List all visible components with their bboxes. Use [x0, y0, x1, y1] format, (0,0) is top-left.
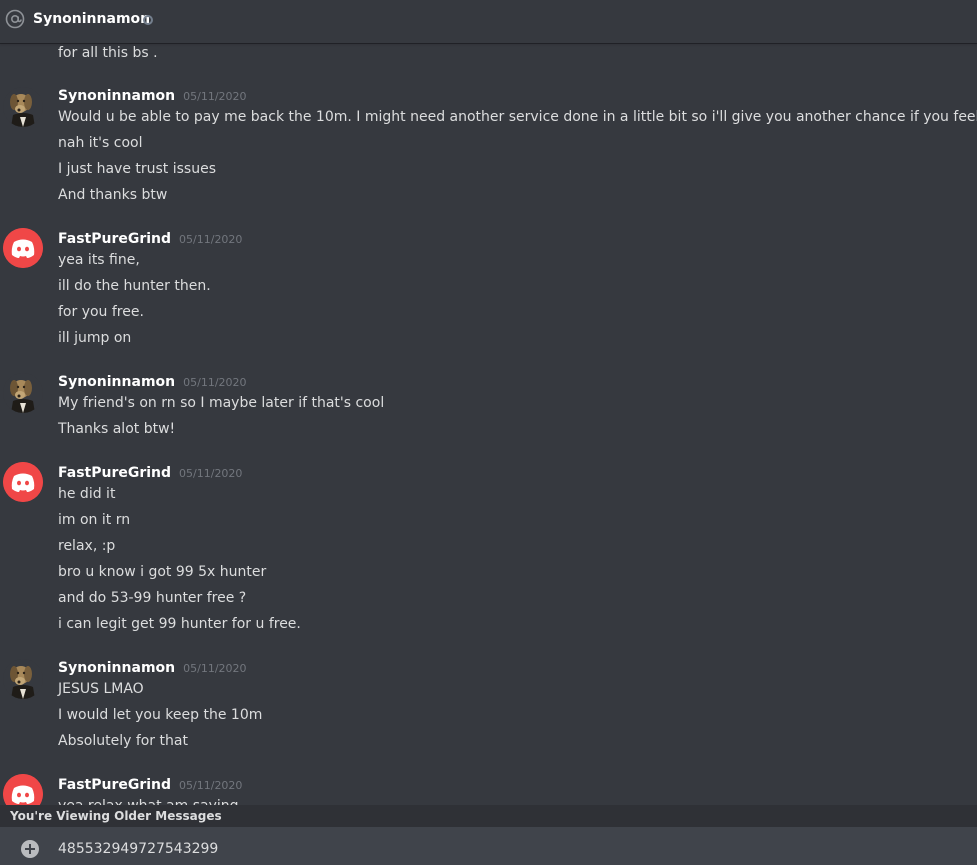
plus-icon[interactable] — [21, 840, 39, 858]
channel-header: Synoninnamon — [0, 0, 977, 43]
message-header: Synoninnamon 05/11/2020 — [58, 657, 247, 677]
message-header: FastPureGrind 05/11/2020 — [58, 228, 242, 248]
username[interactable]: Synoninnamon — [58, 88, 175, 104]
message-line: JESUS LMAO — [58, 681, 144, 697]
message-line: for all this bs . — [58, 45, 158, 61]
message-input-bar[interactable]: 485532949727543299 — [0, 827, 977, 865]
timestamp: 05/11/2020 — [179, 233, 243, 246]
message-line: Thanks alot btw! — [58, 421, 176, 437]
timestamp: 05/11/2020 — [183, 376, 247, 389]
message-line: for you free. — [58, 304, 144, 320]
message-line: yea relax what am saying — [58, 796, 239, 805]
discord-avatar[interactable] — [3, 462, 43, 502]
message-line: yea its fine, — [58, 252, 140, 268]
message-line: ill jump on — [58, 330, 132, 346]
message-header: FastPureGrind 05/11/2020 — [58, 462, 242, 482]
message-line: ill do the hunter then. — [58, 278, 211, 294]
at-sign-icon — [5, 9, 25, 29]
discord-dm-window: Synoninnamon for all this bs . Synoninna… — [0, 0, 977, 865]
message-line: I just have trust issues — [58, 161, 216, 177]
discord-avatar[interactable] — [3, 774, 43, 805]
dog-avatar[interactable] — [3, 373, 43, 413]
message-line: and do 53-99 hunter free ? — [58, 590, 247, 606]
offline-status-icon — [143, 15, 153, 25]
message-line: nah it's cool — [58, 135, 143, 151]
message-line: And thanks btw — [58, 187, 168, 203]
message-header: Synoninnamon 05/11/2020 — [58, 85, 247, 105]
username[interactable]: FastPureGrind — [58, 465, 171, 481]
dog-avatar[interactable] — [3, 659, 43, 699]
message-header: Synoninnamon 05/11/2020 — [58, 371, 247, 391]
channel-title: Synoninnamon — [33, 11, 151, 27]
older-messages-banner[interactable]: You're Viewing Older Messages — [0, 805, 977, 827]
username[interactable]: Synoninnamon — [58, 374, 175, 390]
timestamp: 05/11/2020 — [183, 662, 247, 675]
dog-avatar[interactable] — [3, 87, 43, 127]
message-line: i can legit get 99 hunter for u free. — [58, 616, 301, 632]
message-line: Would u be able to pay me back the 10m. … — [58, 109, 977, 125]
username[interactable]: FastPureGrind — [58, 231, 171, 247]
message-line: My friend's on rn so I maybe later if th… — [58, 395, 385, 411]
timestamp: 05/11/2020 — [183, 90, 247, 103]
username[interactable]: FastPureGrind — [58, 777, 171, 793]
username[interactable]: Synoninnamon — [58, 660, 175, 676]
message-list[interactable]: for all this bs . Synoninnamon 05/11/202… — [0, 43, 977, 805]
timestamp: 05/11/2020 — [179, 779, 243, 792]
banner-text: You're Viewing Older Messages — [10, 809, 222, 823]
message-line: relax, :p — [58, 538, 116, 554]
message-line: bro u know i got 99 5x hunter — [58, 564, 267, 580]
message-line: Absolutely for that — [58, 733, 188, 749]
message-input[interactable]: 485532949727543299 — [58, 838, 218, 860]
message-line: I would let you keep the 10m — [58, 707, 263, 723]
timestamp: 05/11/2020 — [179, 467, 243, 480]
message-header: FastPureGrind 05/11/2020 — [58, 774, 242, 794]
discord-avatar[interactable] — [3, 228, 43, 268]
message-line: he did it — [58, 486, 116, 502]
message-line: im on it rn — [58, 512, 131, 528]
